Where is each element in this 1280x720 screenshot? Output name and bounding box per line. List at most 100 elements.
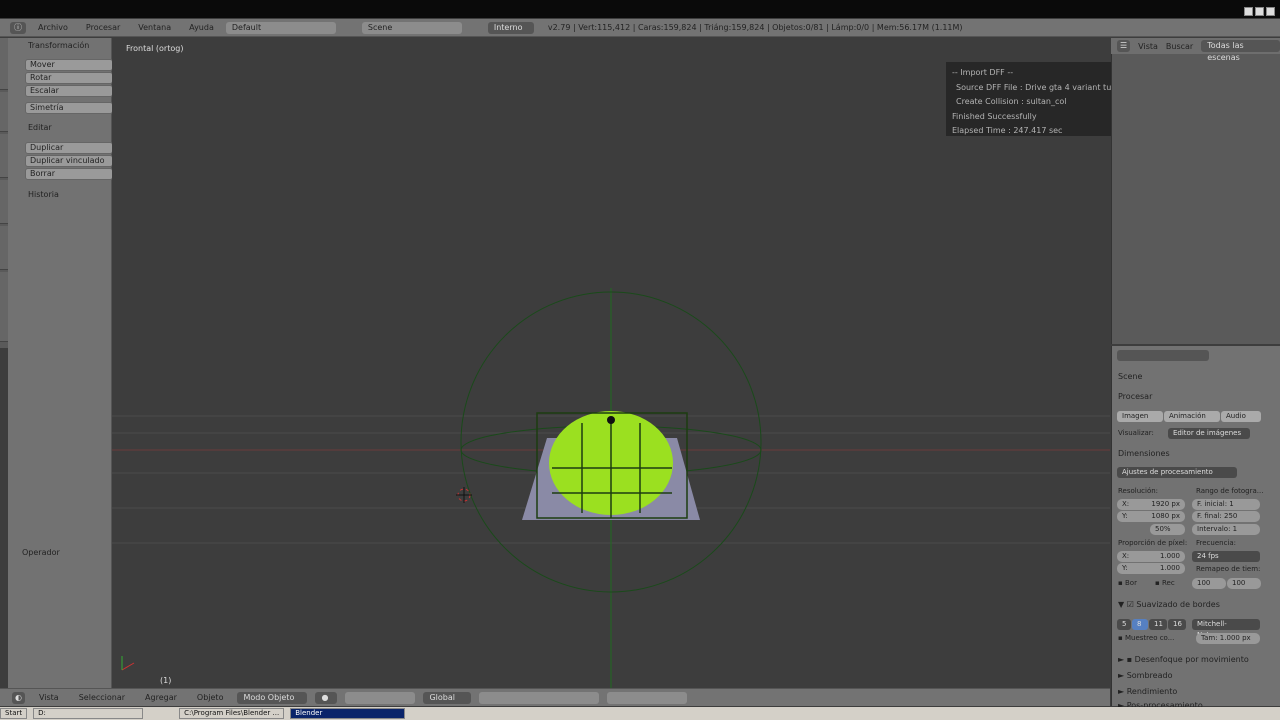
outliner-display-select[interactable]: Todas las escenas — [1201, 40, 1280, 62]
transform-header[interactable]: Transformación — [28, 41, 89, 50]
frame-end-field[interactable]: F. final: 250 — [1192, 511, 1260, 522]
aspect-label: Proporción de píxel: — [1118, 539, 1188, 547]
crop-checkbox[interactable]: ▪ Rec — [1155, 579, 1175, 587]
tab-animation[interactable] — [0, 180, 8, 224]
remap-new-field[interactable]: 100 — [1227, 578, 1261, 589]
aa-samples-5[interactable]: 5 — [1117, 619, 1131, 630]
framerate-label: Frecuencia: — [1196, 539, 1237, 547]
time-remap-label: Remapeo de tiem: — [1196, 565, 1261, 573]
history-header[interactable]: Historia — [28, 190, 59, 199]
viewport-view-label: Frontal (ortog) — [126, 44, 184, 53]
dimensions-panel-header[interactable]: Dimensiones — [1118, 449, 1170, 458]
shading-select[interactable]: ● — [315, 691, 338, 704]
edit-header[interactable]: Editar — [28, 123, 52, 132]
outliner-editor-icon[interactable]: ☰ — [1117, 40, 1131, 52]
axis-gizmo-icon — [121, 656, 135, 671]
editor-type-icon[interactable]: ⓘ — [10, 21, 26, 34]
tab-tools[interactable] — [0, 38, 8, 90]
frame-start-field[interactable]: F. inicial: 1 — [1192, 499, 1260, 510]
aspect-y-field[interactable]: Y: 1.000 — [1117, 563, 1185, 574]
manipulator-buttons[interactable] — [345, 691, 416, 704]
info-header: ⓘ Archivo Procesar Ventana Ayuda Default… — [0, 19, 1280, 37]
framerate-select[interactable]: 24 fps — [1192, 551, 1260, 562]
rotate-button[interactable]: Rotar — [25, 72, 113, 84]
render-image-button[interactable]: Imagen — [1117, 411, 1163, 422]
taskbar-blender-window[interactable]: Blender — [290, 708, 406, 719]
render-engine-select[interactable]: Interno — [487, 21, 534, 34]
taskbar-blender-folder[interactable]: C:\Program Files\Blender ... — [179, 708, 285, 719]
duplicate-button[interactable]: Duplicar — [25, 142, 113, 154]
orientation-select[interactable]: Global — [423, 691, 472, 704]
aa-samples-16[interactable]: 16 — [1168, 619, 1186, 630]
address-bar[interactable]: D: — [33, 708, 144, 719]
outliner-search-menu[interactable]: Buscar — [1166, 42, 1193, 51]
full-sample-checkbox[interactable]: ▪ Muestreo co... — [1118, 634, 1174, 642]
menu-help[interactable]: Ayuda — [183, 23, 220, 32]
tab-grease-pencil[interactable] — [0, 272, 8, 342]
shading-panel-header[interactable]: ► Sombreado — [1118, 671, 1172, 680]
menu-add[interactable]: Agregar — [139, 693, 183, 702]
mode-select[interactable]: Modo Objeto — [237, 691, 308, 704]
aspect-x-field[interactable]: X: 1.000 — [1117, 551, 1185, 562]
resolution-percentage-field[interactable]: 50% — [1150, 524, 1185, 535]
toolshelf-tabs — [0, 38, 8, 348]
frame-step-field[interactable]: Intervalo: 1 — [1192, 524, 1260, 535]
render-panel-header[interactable]: Procesar — [1118, 392, 1152, 401]
layout-select[interactable]: Default — [225, 21, 336, 34]
scale-button[interactable]: Escalar — [25, 85, 113, 97]
tab-physics[interactable] — [0, 226, 8, 270]
resolution-y-field[interactable]: Y: 1080 px — [1117, 511, 1185, 522]
menu-file[interactable]: Archivo — [32, 23, 74, 32]
object-origin — [607, 416, 615, 424]
menu-object[interactable]: Objeto — [191, 693, 230, 702]
scene-breadcrumb: Scene — [1118, 372, 1143, 381]
scene-select[interactable]: Scene — [361, 21, 462, 34]
render-animation-button[interactable]: Animación — [1164, 411, 1220, 422]
render-presets-select[interactable]: Ajustes de procesamiento — [1117, 467, 1237, 478]
aa-samples-11[interactable]: 11 — [1149, 619, 1167, 630]
viewport-editor-icon[interactable]: ◐ — [12, 691, 25, 704]
tab-create[interactable] — [0, 92, 8, 132]
filter-size-field[interactable]: Tam: 1.000 px — [1196, 633, 1260, 644]
performance-panel-header[interactable]: ► Rendimiento — [1118, 687, 1177, 696]
duplicate-linked-button[interactable]: Duplicar vinculado — [25, 155, 113, 167]
properties-context-tabs[interactable] — [1117, 350, 1209, 361]
window-titlebar — [0, 0, 1280, 18]
frame-range-label: Rango de fotogra... — [1196, 487, 1264, 495]
layer-buttons[interactable] — [479, 691, 600, 704]
menu-render[interactable]: Procesar — [80, 23, 126, 32]
snap-buttons[interactable] — [607, 691, 688, 704]
tab-relations[interactable] — [0, 134, 8, 178]
outliner[interactable] — [1111, 38, 1280, 344]
start-button[interactable]: Start — [0, 708, 28, 719]
current-frame: (1) — [160, 676, 172, 685]
maximize-button[interactable] — [1255, 7, 1264, 16]
render-audio-button[interactable]: Audio — [1221, 411, 1261, 422]
operator-header[interactable]: Operador — [22, 548, 60, 557]
viewport-header: ◐ Vista Seleccionar Agregar Objeto Modo … — [0, 688, 1110, 706]
resolution-label: Resolución: — [1118, 487, 1159, 495]
aa-filter-select[interactable]: Mitchell-Netrav... — [1192, 619, 1260, 639]
close-button[interactable] — [1266, 7, 1275, 16]
tool-shelf: Transformación Mover Rotar Escalar Simet… — [8, 38, 113, 688]
resolution-x-field[interactable]: X: 1920 px — [1117, 499, 1185, 510]
remap-old-field[interactable]: 100 — [1192, 578, 1226, 589]
aa-samples-8[interactable]: 8 — [1132, 619, 1148, 630]
motion-blur-panel-header[interactable]: ► ▪ Desenfoque por movimiento — [1118, 655, 1249, 664]
menu-view[interactable]: Vista — [33, 693, 65, 702]
delete-button[interactable]: Borrar — [25, 168, 113, 180]
scene-stats: v2.79 | Vert:115,412 | Caras:159,824 | T… — [547, 23, 963, 32]
outliner-view-menu[interactable]: Vista — [1138, 42, 1158, 51]
border-checkbox[interactable]: ▪ Bor — [1118, 579, 1137, 587]
display-select[interactable]: Editor de imágenes — [1168, 428, 1250, 439]
mirror-button[interactable]: Simetría — [25, 102, 113, 114]
menu-window[interactable]: Ventana — [132, 23, 177, 32]
menu-select[interactable]: Seleccionar — [73, 693, 131, 702]
3d-cursor-icon — [456, 487, 472, 503]
antialiasing-panel-header[interactable]: ▼ ☑ Suavizado de bordes — [1118, 600, 1220, 609]
outliner-header: ☰ Vista Buscar Todas las escenas — [1111, 38, 1280, 62]
minimize-button[interactable] — [1244, 7, 1253, 16]
display-label: Visualizar: — [1118, 429, 1154, 437]
move-button[interactable]: Mover — [25, 59, 113, 71]
os-taskbar: Start D: C:\Program Files\Blender ... Bl… — [0, 707, 1280, 720]
